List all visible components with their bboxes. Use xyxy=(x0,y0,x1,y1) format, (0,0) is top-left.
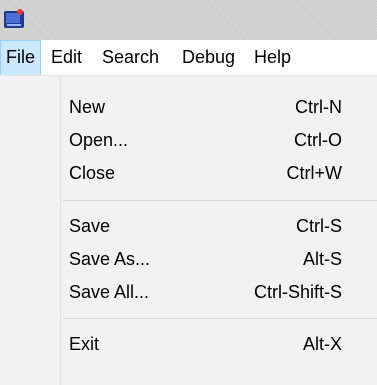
menu-file[interactable]: File xyxy=(0,40,41,75)
menu-item-label: Close xyxy=(69,163,116,183)
menu-item-label: New xyxy=(69,97,106,117)
menu-item-shortcut: Ctrl+W xyxy=(286,163,343,183)
app-icon[interactable] xyxy=(3,8,25,30)
menu-item-label: Exit xyxy=(69,334,100,354)
menu-item-label: Save All... xyxy=(69,282,150,302)
menu-item-exit[interactable]: Exit Alt-X xyxy=(61,328,377,361)
file-menu-dropdown: New Ctrl-N Open... Ctrl-O Close Ctrl+W S… xyxy=(0,76,377,385)
title-bar[interactable] xyxy=(0,0,377,40)
menu-item-label: Save xyxy=(69,216,111,236)
menu-separator xyxy=(63,200,377,201)
menu-item-save-as[interactable]: Save As... Alt-S xyxy=(61,243,377,276)
menu-separator xyxy=(63,318,377,319)
menu-item-shortcut: Ctrl-Shift-S xyxy=(253,282,342,302)
menu-help[interactable]: Help xyxy=(254,40,291,75)
menu-search[interactable]: Search xyxy=(102,40,159,75)
menu-item-label: Save As... xyxy=(69,249,151,269)
menu-item-open[interactable]: Open... Ctrl-O xyxy=(61,124,377,157)
application-window: File Edit Search Debug Help New Ctrl-N O… xyxy=(0,0,377,385)
menu-item-shortcut: Ctrl-O xyxy=(294,130,342,150)
menu-item-shortcut: Ctrl-N xyxy=(295,97,342,117)
menu-icon-gutter xyxy=(0,76,60,385)
menu-item-save-all[interactable]: Save All... Ctrl-Shift-S xyxy=(61,276,377,309)
menu-bar: File Edit Search Debug Help xyxy=(0,40,377,76)
menu-item-shortcut: Alt-X xyxy=(302,334,342,354)
menu-item-close[interactable]: Close Ctrl+W xyxy=(61,157,377,190)
menu-item-label: Open... xyxy=(69,130,129,150)
menu-debug[interactable]: Debug xyxy=(182,40,235,75)
menu-edit[interactable]: Edit xyxy=(51,40,82,75)
menu-item-shortcut: Ctrl-S xyxy=(296,216,342,236)
menu-item-shortcut: Alt-S xyxy=(302,249,342,269)
menu-item-save[interactable]: Save Ctrl-S xyxy=(61,210,377,243)
menu-item-new[interactable]: New Ctrl-N xyxy=(61,91,377,124)
